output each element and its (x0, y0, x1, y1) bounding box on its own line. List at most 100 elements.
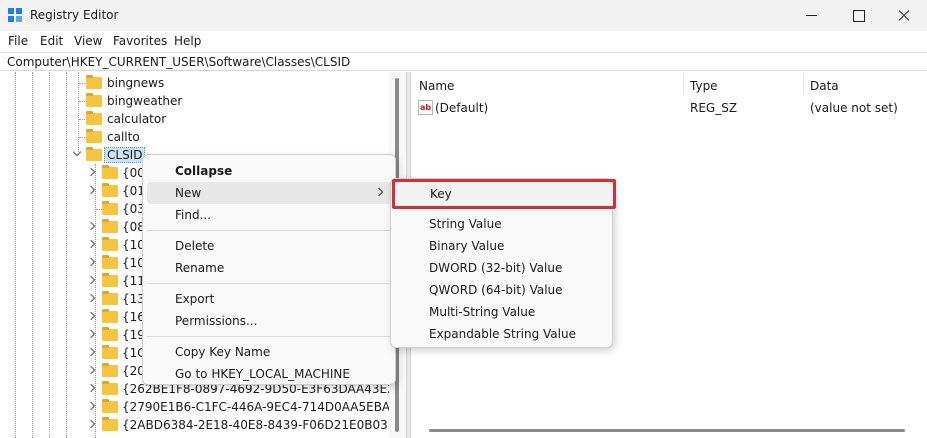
folder-icon (102, 255, 118, 269)
folder-icon (102, 201, 118, 215)
minimize-button[interactable] (789, 0, 835, 31)
menu-help[interactable]: Help (174, 34, 201, 48)
menu-item-label: Rename (175, 261, 225, 275)
tree-item-label: CLSID (104, 147, 146, 163)
tree-item-label: bingweather (107, 94, 183, 108)
expand-chevron-icon[interactable] (86, 347, 96, 357)
expand-chevron-icon[interactable] (86, 167, 96, 177)
tree-item-bingnews[interactable]: bingnews (0, 74, 389, 92)
title-bar: Registry Editor (0, 0, 927, 31)
expand-chevron-icon[interactable] (86, 401, 96, 411)
value-type: REG_SZ (690, 101, 738, 115)
expand-chevron-icon[interactable] (86, 311, 96, 321)
folder-icon (86, 111, 102, 125)
menu-item-label: Collapse (175, 164, 233, 178)
expand-chevron-icon[interactable] (86, 239, 96, 249)
menu-item-label: Export (175, 292, 215, 306)
expand-chevron-icon[interactable] (86, 275, 96, 285)
folder-icon (102, 345, 118, 359)
submenu-item-binary-value[interactable]: Binary Value (393, 235, 612, 257)
menu-item-label: Expandable String Value (429, 327, 576, 341)
menu-item-permissions[interactable]: Permissions... (147, 310, 393, 332)
submenu-item-string-value[interactable]: String Value (393, 213, 612, 235)
menu-item-label: Go to HKEY_LOCAL_MACHINE (175, 367, 350, 381)
menu-item-label: String Value (429, 217, 502, 231)
address-path[interactable]: Computer\HKEY_CURRENT_USER\Software\Clas… (7, 55, 350, 69)
menu-divider (147, 230, 393, 231)
expand-chevron-icon[interactable] (86, 185, 96, 195)
menu-favorites[interactable]: Favorites (113, 34, 167, 48)
registry-editor-icon (8, 8, 23, 23)
close-button[interactable] (881, 0, 927, 31)
window-title: Registry Editor (30, 8, 119, 22)
folder-icon (102, 291, 118, 305)
folder-icon (102, 417, 118, 431)
expand-chevron-icon[interactable] (86, 419, 96, 429)
expand-chevron-icon[interactable] (86, 365, 96, 375)
menu-item-label: Delete (175, 239, 215, 253)
menu-item-collapse[interactable]: Collapse (147, 160, 393, 182)
menu-item-label: Copy Key Name (175, 345, 271, 359)
column-separator[interactable] (683, 75, 684, 93)
menu-divider (147, 336, 393, 337)
expand-chevron-icon[interactable] (86, 293, 96, 303)
tree-item-label: callto (107, 130, 140, 144)
submenu-item-expandable-string-value[interactable]: Expandable String Value (393, 323, 612, 345)
chevron-right-icon (374, 187, 384, 197)
expand-chevron-icon[interactable] (86, 329, 96, 339)
menu-view[interactable]: View (74, 34, 102, 48)
value-name: (Default) (435, 101, 489, 115)
tree-item-label: {2ABD6384-2E18-40E8-8439-F06D21E0B03D} (122, 418, 389, 432)
maximize-button[interactable] (835, 0, 881, 31)
folder-icon (86, 129, 102, 143)
tree-item-bingweather[interactable]: bingweather (0, 92, 389, 110)
menu-item-label: Permissions... (175, 314, 258, 328)
folder-icon (102, 399, 118, 413)
expand-chevron-icon[interactable] (86, 383, 96, 393)
folder-icon (102, 165, 118, 179)
submenu-item-qword-value[interactable]: QWORD (64-bit) Value (393, 279, 612, 301)
menu-item-label: Multi-String Value (429, 305, 536, 319)
menu-item-goto-hklm[interactable]: Go to HKEY_LOCAL_MACHINE (147, 363, 393, 385)
menu-item-find[interactable]: Find... (147, 204, 393, 226)
menu-divider (147, 283, 393, 284)
menu-item-label: QWORD (64-bit) Value (429, 283, 563, 297)
menu-item-rename[interactable]: Rename (147, 257, 393, 279)
menu-bar: File Edit View Favorites Help (0, 31, 927, 51)
menu-item-label: DWORD (32-bit) Value (429, 261, 563, 275)
folder-icon (102, 219, 118, 233)
folder-open-icon (86, 147, 102, 161)
tree-item-clsid-child[interactable]: {2ABD6384-2E18-40E8-8439-F06D21E0B03D} (0, 416, 389, 434)
expand-chevron-icon[interactable] (86, 257, 96, 267)
tree-item-label: {2790E1B6-C1FC-446A-9EC4-714D0AA5EBA2} (122, 400, 389, 414)
folder-icon (86, 93, 102, 107)
submenu-item-dword-value[interactable]: DWORD (32-bit) Value (393, 257, 612, 279)
menu-item-label: Key (430, 187, 452, 201)
tree-item-calculator[interactable]: calculator (0, 110, 389, 128)
list-horizontal-scrollbar-thumb[interactable] (429, 429, 905, 432)
column-header-type[interactable]: Type (690, 79, 718, 93)
column-header-data[interactable]: Data (810, 79, 839, 93)
menu-file[interactable]: File (8, 34, 28, 48)
menu-edit[interactable]: Edit (40, 34, 63, 48)
column-header-name[interactable]: Name (419, 79, 454, 93)
submenu-item-multi-string-value[interactable]: Multi-String Value (393, 301, 612, 323)
folder-icon (86, 75, 102, 89)
folder-icon (102, 363, 118, 377)
expand-chevron-icon[interactable] (86, 221, 96, 231)
menu-item-copy-key-name[interactable]: Copy Key Name (147, 341, 393, 363)
tree-item-callto[interactable]: callto (0, 128, 389, 146)
collapse-chevron-icon[interactable] (72, 147, 82, 157)
menu-item-export[interactable]: Export (147, 288, 393, 310)
value-row-default[interactable]: ab (Default) REG_SZ (value not set) (411, 99, 927, 117)
menu-item-delete[interactable]: Delete (147, 235, 393, 257)
menu-item-label: Binary Value (429, 239, 505, 253)
column-separator[interactable] (803, 75, 804, 93)
menu-item-label: Find... (175, 208, 212, 222)
address-bar[interactable]: Computer\HKEY_CURRENT_USER\Software\Clas… (0, 52, 927, 71)
context-menu: Collapse New Find... Delete Rename Expor… (142, 154, 396, 385)
new-submenu: Key String Value Binary Value DWORD (32-… (390, 178, 616, 348)
tree-item-clsid-child[interactable]: {2790E1B6-C1FC-446A-9EC4-714D0AA5EBA2} (0, 398, 389, 416)
menu-item-new[interactable]: New (147, 182, 393, 204)
submenu-item-key[interactable]: Key (392, 179, 616, 209)
